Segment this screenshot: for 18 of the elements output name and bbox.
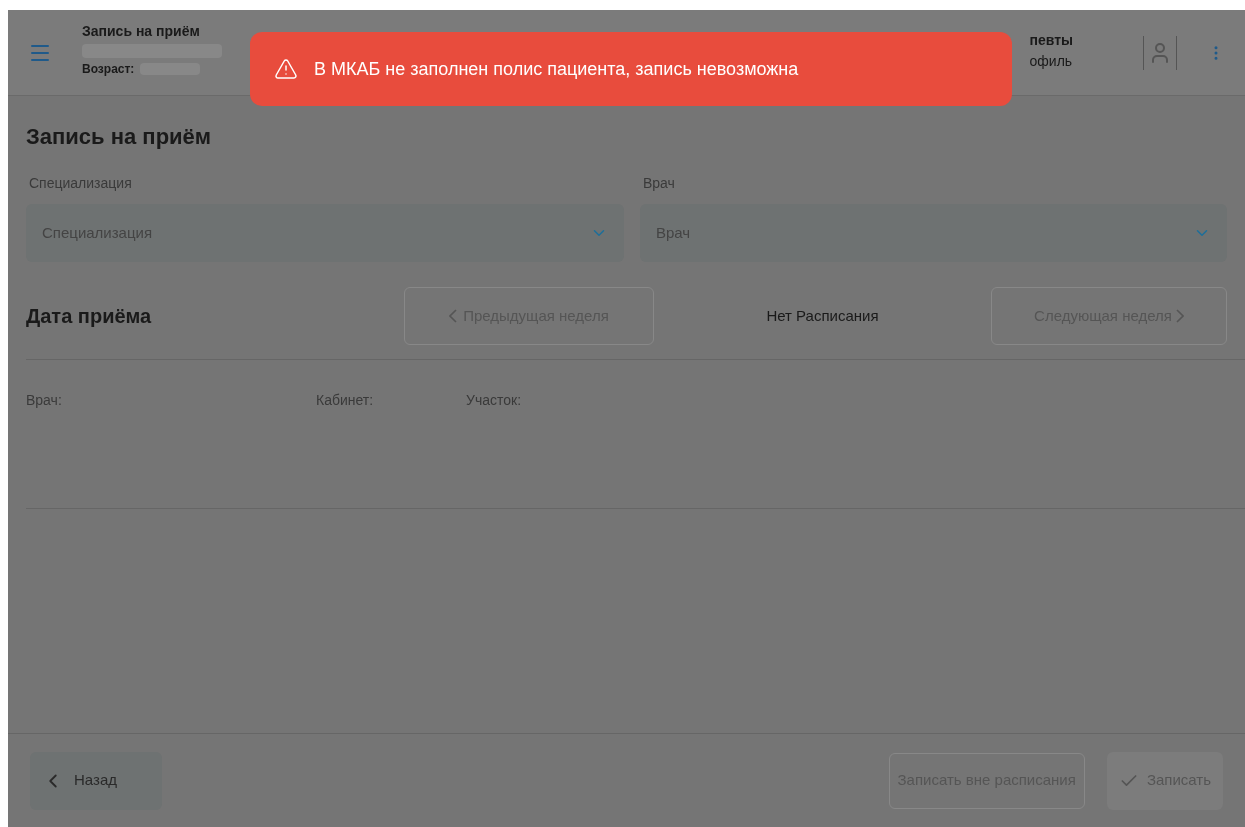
field-label: Врач xyxy=(643,174,676,193)
info-label: Врач: xyxy=(26,391,63,410)
chevron-left-icon xyxy=(449,309,458,323)
warning-icon xyxy=(274,57,298,81)
age-label: Возраст: xyxy=(82,61,135,78)
toast-message: В МКАБ не заполнен полис пациента, запись невозможна xyxy=(314,57,799,81)
schedule-status: Нет Расписания xyxy=(765,305,880,326)
info-label: Кабинет: xyxy=(316,391,375,410)
header-link[interactable]: офиль xyxy=(1029,50,1073,72)
avatar-icon[interactable] xyxy=(1143,35,1177,70)
header-title: Запись на приём xyxy=(82,22,201,41)
chevron-right-icon xyxy=(1175,309,1184,323)
field-label: Специализация xyxy=(29,174,133,193)
info-label: Участок: xyxy=(466,391,522,410)
section-title: Дата приёма xyxy=(26,304,153,329)
header-link[interactable]: певты xyxy=(1029,29,1073,51)
back-button[interactable]: Назад xyxy=(30,751,162,810)
page-title: Запись на приём xyxy=(26,123,213,151)
